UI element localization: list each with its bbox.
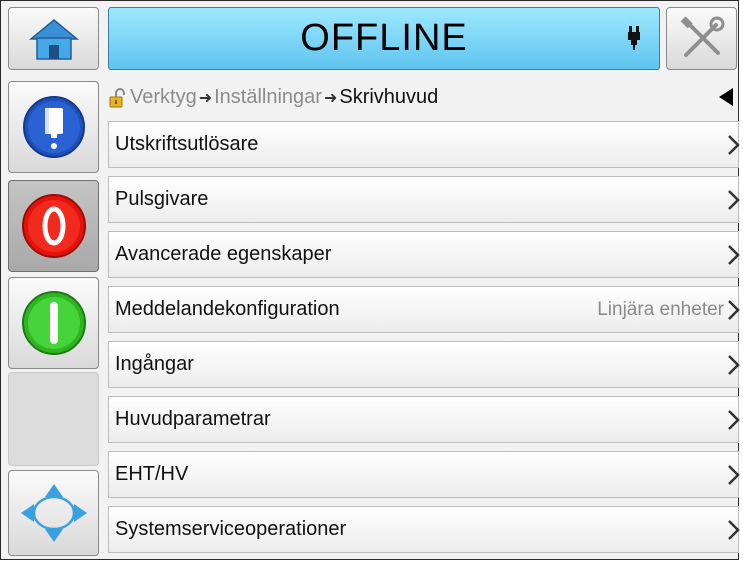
breadcrumb-item-verktyg[interactable]: Verktyg [130,86,197,109]
menu-item-value: Linjära enheter [597,298,724,320]
breadcrumb-current: Skrivhuvud [339,86,439,108]
stop-icon [21,194,86,258]
stop-button[interactable] [8,180,99,272]
home-button[interactable] [8,7,99,70]
chevron-right-icon [728,354,740,375]
menu-item-label: Meddelandekonfiguration [115,298,340,320]
chevron-right-icon [728,299,740,320]
start-icon [21,291,86,355]
breadcrumb-item-installningar[interactable]: Inställningar [214,86,322,109]
breadcrumb-arrow-icon: ➜ [198,89,213,107]
breadcrumb: Verktyg ➜ Inställningar ➜ Skrivhuvud [108,79,739,116]
ink-status-button[interactable] [8,81,99,173]
chevron-right-icon [728,464,740,485]
menu-item-eht-hv[interactable]: EHT/HV [108,451,740,498]
menu-item-label: Pulsgivare [115,188,209,210]
chevron-right-icon [728,134,740,155]
menu-item-label: Avancerade egenskaper [115,243,332,265]
home-icon [28,18,79,60]
menu-item-utskriftsutlosare[interactable]: Utskriftsutlösare [108,121,740,168]
menu-item-ingangar[interactable]: Ingångar [108,341,740,388]
navigation-button[interactable] [8,470,99,556]
side-empty-slot-1 [8,372,99,466]
chevron-right-icon [728,409,740,430]
tools-button[interactable] [666,7,737,70]
printhead-status-icon [628,26,640,50]
printer-status-bar[interactable]: OFFLINE [108,7,660,70]
menu-item-meddelandekonfiguration[interactable]: Meddelandekonfiguration Linjära enheter [108,286,740,333]
ink-bottle-icon [22,96,85,158]
printer-status-text: OFFLINE [300,17,468,59]
chevron-right-icon [728,519,740,540]
menu-item-systemserviceoperationer[interactable]: Systemserviceoperationer [108,506,740,553]
navigation-arrows-icon [20,484,87,542]
menu-item-label: Ingångar [115,353,194,375]
menu-item-huvudparametrar[interactable]: Huvudparametrar [108,396,740,443]
back-arrow-icon[interactable] [719,88,733,106]
tools-icon [680,15,724,57]
menu-item-label: Utskriftsutlösare [115,133,259,155]
chevron-right-icon [728,189,740,210]
breadcrumb-arrow-icon: ➜ [323,89,338,107]
padlock-icon [109,87,125,107]
start-button[interactable] [8,277,99,369]
menu-item-pulsgivare[interactable]: Pulsgivare [108,176,740,223]
menu-item-avancerade-egenskaper[interactable]: Avancerade egenskaper [108,231,740,278]
chevron-right-icon [728,244,740,265]
menu-item-label: Systemserviceoperationer [115,518,347,540]
menu-item-label: Huvudparametrar [115,408,271,430]
menu-item-label: EHT/HV [115,463,189,485]
